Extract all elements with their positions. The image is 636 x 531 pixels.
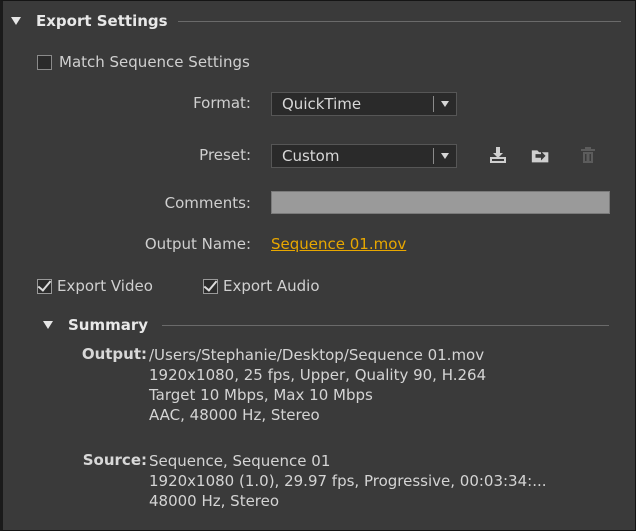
summary-title: Summary: [68, 316, 149, 334]
output-name-label: Output Name:: [144, 235, 251, 253]
preset-dropdown[interactable]: Custom: [271, 144, 457, 168]
summary-source-video: 1920x1080 (1.0), 29.97 fps, Progressive,…: [149, 472, 547, 490]
export-video-label: Export Video: [57, 277, 153, 295]
collapse-triangle-icon[interactable]: [11, 17, 21, 25]
summary-output-video: 1920x1080, 25 fps, Upper, Quality 90, H.…: [149, 366, 487, 384]
format-label: Format:: [193, 94, 251, 112]
summary-source-audio: 48000 Hz, Stereo: [149, 492, 280, 510]
summary-output-lines: /Users/Stephanie/Desktop/Sequence 01.mov…: [149, 345, 486, 425]
chevron-down-icon: [434, 101, 456, 107]
match-sequence-checkbox[interactable]: [37, 54, 52, 70]
summary-source-lines: Sequence, Sequence 01 1920x1080 (1.0), 2…: [149, 451, 547, 511]
export-audio-row[interactable]: Export Audio: [203, 277, 320, 295]
export-video-checkbox[interactable]: [37, 278, 52, 294]
summary-output-bitrate: Target 10 Mbps, Max 10 Mbps: [149, 386, 373, 404]
format-value: QuickTime: [282, 95, 362, 113]
summary-divider: [162, 324, 609, 326]
import-preset-icon[interactable]: [530, 144, 552, 166]
export-settings-header[interactable]: Export Settings: [11, 10, 621, 32]
summary-source-sequence: Sequence, Sequence 01: [149, 452, 331, 470]
summary-header[interactable]: Summary: [43, 314, 609, 336]
export-video-row[interactable]: Export Video: [37, 277, 153, 295]
export-settings-panel: Export Settings Match Sequence Settings …: [0, 0, 636, 531]
chevron-down-icon: [434, 153, 456, 159]
match-sequence-label: Match Sequence Settings: [59, 53, 250, 71]
comments-input[interactable]: [271, 191, 610, 214]
preset-value: Custom: [282, 147, 340, 165]
format-dropdown[interactable]: QuickTime: [271, 92, 457, 116]
output-name-link[interactable]: Sequence 01.mov: [271, 235, 406, 253]
summary-source-label: Source:: [82, 451, 147, 469]
save-preset-icon[interactable]: [487, 144, 509, 166]
delete-preset-icon[interactable]: [577, 144, 599, 166]
comments-label: Comments:: [164, 194, 251, 212]
export-settings-title: Export Settings: [36, 12, 168, 30]
export-audio-checkbox[interactable]: [203, 278, 218, 294]
header-divider: [177, 20, 621, 22]
summary-output-path: /Users/Stephanie/Desktop/Sequence 01.mov: [149, 346, 485, 364]
summary-output-label: Output:: [81, 345, 147, 363]
preset-label: Preset:: [199, 146, 251, 164]
collapse-triangle-icon[interactable]: [43, 321, 53, 329]
export-audio-label: Export Audio: [223, 277, 320, 295]
summary-output-audio: AAC, 48000 Hz, Stereo: [149, 406, 320, 424]
match-sequence-row[interactable]: Match Sequence Settings: [37, 53, 250, 71]
